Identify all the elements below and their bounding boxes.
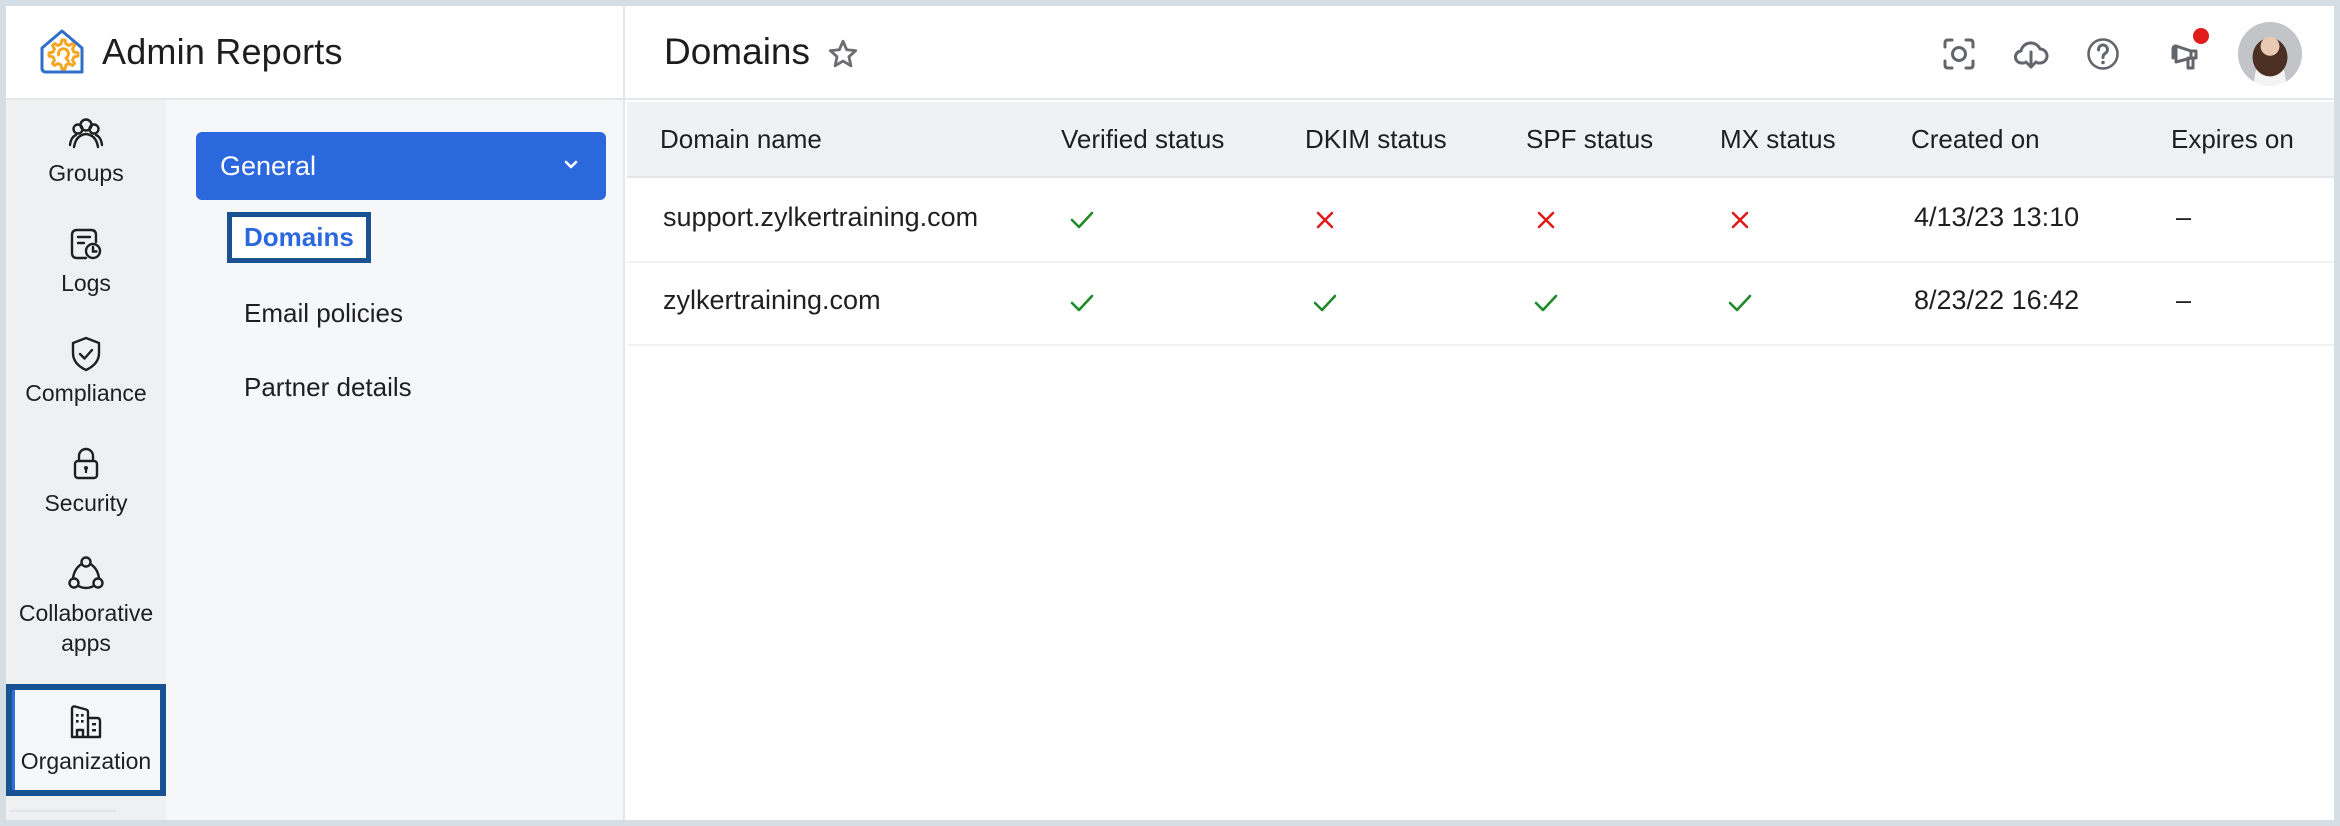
cell-expires-on: – xyxy=(2176,202,2192,232)
column-header-verified-status[interactable]: Verified status xyxy=(1061,124,1224,155)
check-icon xyxy=(1070,211,1094,229)
section-label: General xyxy=(220,150,317,181)
screen-capture-button[interactable] xyxy=(1939,34,1979,74)
column-header-mx-status[interactable]: MX status xyxy=(1720,124,1836,155)
table-row[interactable]: support.zylkertraining.com 4/13/23 13:10 – xyxy=(627,180,2334,263)
building-icon xyxy=(70,705,102,739)
rail-item-label: Compliance xyxy=(25,380,147,406)
check-icon xyxy=(1070,294,1094,312)
rail-item-label: Logs xyxy=(61,270,111,296)
cell-verified-status xyxy=(1067,205,1097,235)
general-section-toggle[interactable]: General xyxy=(196,132,606,200)
cell-verified-status xyxy=(1067,288,1097,318)
cell-mx-status xyxy=(1725,205,1755,235)
cell-expires-on: – xyxy=(2176,285,2192,315)
check-icon xyxy=(1534,294,1558,312)
table-row[interactable]: zylkertraining.com 8/23/22 16:42 – xyxy=(627,263,2334,346)
notification-dot xyxy=(2193,28,2209,44)
submenu-panel: General Domains Email policies Partner d… xyxy=(166,100,625,820)
column-header-dkim-status[interactable]: DKIM status xyxy=(1305,124,1447,155)
rail-item-groups[interactable]: Groups xyxy=(6,114,166,188)
cell-dkim-status xyxy=(1310,288,1340,318)
cell-created-on: 8/23/22 16:42 xyxy=(1914,285,2080,315)
column-header-expires-on[interactable]: Expires on xyxy=(2171,124,2294,155)
cell-mx-status xyxy=(1725,288,1755,318)
cross-icon xyxy=(1537,211,1555,229)
rail-item-compliance[interactable]: Compliance xyxy=(6,334,166,408)
cell-domain-name: support.zylkertraining.com xyxy=(663,202,979,232)
rail-item-organization[interactable]: Organization xyxy=(6,684,166,796)
logs-icon xyxy=(70,228,102,260)
help-button[interactable] xyxy=(2083,34,2123,74)
admin-reports-app: Admin Reports Domains Groups Logs Compli… xyxy=(6,6,2334,820)
column-header-created-on[interactable]: Created on xyxy=(1911,124,2040,155)
announcements-button[interactable] xyxy=(2163,28,2209,74)
submenu-item-email-policies[interactable]: Email policies xyxy=(244,298,403,329)
shield-check-icon xyxy=(71,336,101,372)
table-header: Domain name Verified status DKIM status … xyxy=(627,102,2334,178)
cell-domain-name: zylkertraining.com xyxy=(663,285,881,315)
chevron-down-icon xyxy=(564,160,578,169)
rail-item-logs[interactable]: Logs xyxy=(6,224,166,298)
submenu-item-domains[interactable]: Domains xyxy=(227,212,371,263)
submenu-item-partner-details[interactable]: Partner details xyxy=(244,372,412,403)
user-avatar[interactable] xyxy=(2238,22,2302,86)
collaboration-icon xyxy=(68,556,104,590)
rail-item-label: Security xyxy=(44,490,128,516)
cell-spf-status xyxy=(1531,288,1561,318)
help-circle-icon xyxy=(2087,38,2119,70)
groups-icon xyxy=(68,118,104,149)
cloud-download-icon xyxy=(2014,41,2049,69)
column-header-domain-name[interactable]: Domain name xyxy=(660,124,822,155)
rail-item-security[interactable]: Security xyxy=(6,444,166,518)
lock-icon xyxy=(73,447,99,480)
cell-created-on: 4/13/23 13:10 xyxy=(1914,202,2080,232)
rail-item-label: Organization xyxy=(20,748,152,774)
domains-table: Domain name Verified status DKIM status … xyxy=(627,102,2334,820)
cell-dkim-status xyxy=(1310,205,1340,235)
cross-icon xyxy=(1731,211,1749,229)
icon-rail: Groups Logs Compliance Security Collabor… xyxy=(6,100,166,820)
check-icon xyxy=(1313,294,1337,312)
rail-item-label: Groups xyxy=(48,160,124,186)
download-button[interactable] xyxy=(2011,34,2051,74)
rail-item-label: apps xyxy=(61,630,111,656)
cell-spf-status xyxy=(1531,205,1561,235)
rail-item-label: Collaborative xyxy=(18,600,154,626)
rail-divider xyxy=(10,810,116,812)
rail-item-collaborative-apps[interactable]: Collaborative apps xyxy=(6,554,166,658)
header-actions xyxy=(6,6,2334,100)
check-icon xyxy=(1728,294,1752,312)
screen-capture-icon xyxy=(1943,38,1975,70)
cross-icon xyxy=(1316,211,1334,229)
column-header-spf-status[interactable]: SPF status xyxy=(1526,124,1653,155)
